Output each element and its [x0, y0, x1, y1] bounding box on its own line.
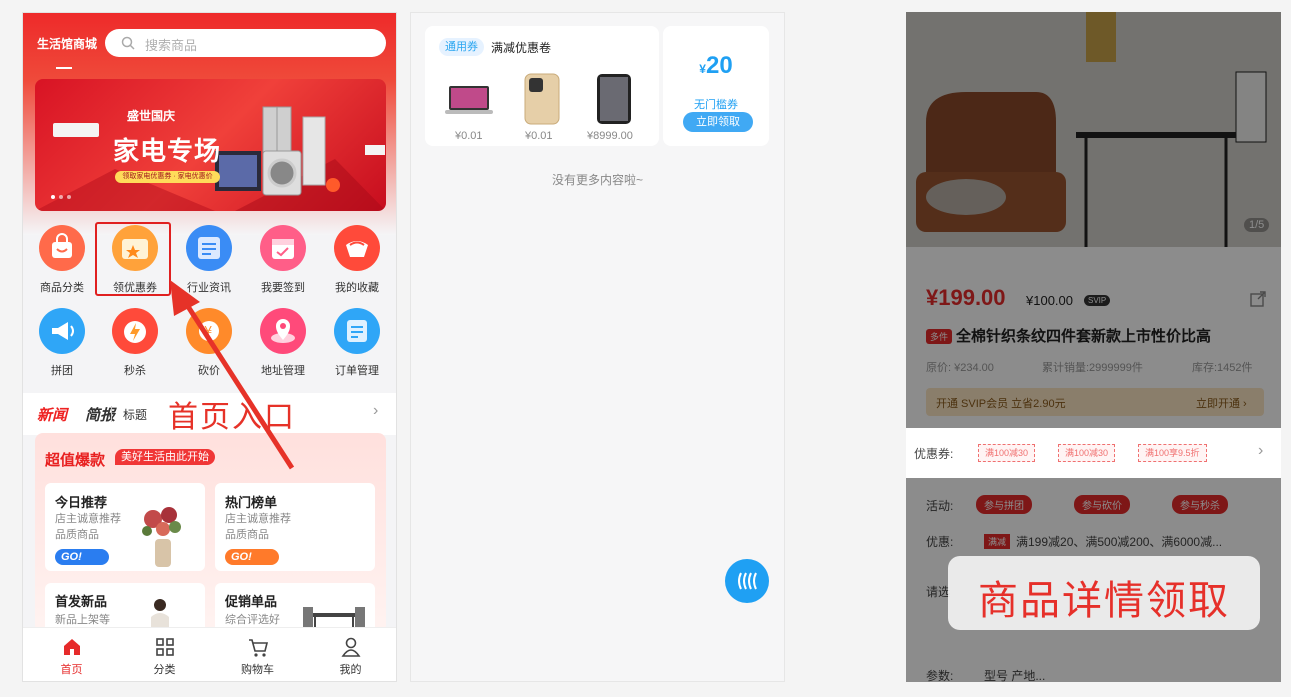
- news-icon: [186, 225, 232, 271]
- card-desc: 综合评选好: [225, 614, 280, 626]
- news-title-red: 新闻: [37, 407, 68, 424]
- megaphone-icon: [39, 308, 85, 354]
- store-name-underline: [56, 67, 72, 69]
- deal-card-hot[interactable]: 热门榜单 店主诚意推荐 品质商品 GO!: [215, 483, 375, 571]
- card-title: 首发新品: [55, 594, 108, 609]
- coupon-amount: ¥20: [663, 52, 769, 80]
- grid-label: 我的收藏: [335, 282, 379, 294]
- coupon-row[interactable]: 优惠券: 满100减30 满100减30 满100享9.5折 ›: [906, 428, 1281, 478]
- order-icon: [334, 308, 380, 354]
- overlay-label: 商品详情领取: [948, 556, 1260, 630]
- product-price: ¥8999.00: [587, 130, 633, 142]
- card-title: 今日推荐: [55, 495, 108, 510]
- annotation-home-entry: 首页入口: [168, 400, 296, 435]
- grid-item-orders[interactable]: 订单管理: [322, 308, 392, 386]
- banner-dot-active: [51, 195, 55, 199]
- promo-banner[interactable]: 盛世国庆 家电专场 领取家电优惠券 · 家电优惠价: [35, 79, 386, 211]
- card-desc: 新品上架等: [55, 614, 110, 626]
- grid-label: 订单管理: [335, 365, 379, 377]
- coupon-value-panel: ¥20 无门槛券 立即领取: [663, 26, 769, 146]
- annotation-arrow: [170, 280, 295, 470]
- go-button[interactable]: GO!: [225, 549, 279, 565]
- grid-item-favorites[interactable]: 我的收藏: [322, 225, 392, 303]
- coupon-card[interactable]: 通用券 满减优惠卷 ¥0.01 ¥0.01 ¥8999.00: [425, 26, 659, 146]
- calendar-icon: [260, 225, 306, 271]
- tab-bar: 首页 分类 购物车 我的: [23, 627, 396, 681]
- coupon-label: 优惠券:: [914, 447, 954, 461]
- claim-coupon-button[interactable]: 立即领取: [683, 112, 753, 132]
- tab-home[interactable]: 首页: [25, 628, 118, 681]
- search-input[interactable]: 搜索商品: [105, 29, 386, 57]
- tab-label: 分类: [153, 664, 176, 676]
- shopping-bag-icon: [39, 225, 85, 271]
- banner-title: 家电专场: [113, 136, 222, 166]
- grid-item-groupbuy[interactable]: 拼团: [27, 308, 97, 386]
- grid-icon: [156, 638, 174, 656]
- coupon-title: 满减优惠卷: [491, 41, 552, 55]
- tab-cart[interactable]: 购物车: [211, 628, 304, 681]
- coupon-condition: 无门槛券: [694, 99, 738, 111]
- banner-dot: [67, 195, 71, 199]
- overlay-label-text: 商品详情领取: [978, 578, 1230, 624]
- no-more-content: 没有更多内容啦~: [551, 173, 643, 187]
- tab-profile[interactable]: 我的: [304, 628, 396, 681]
- grid-label: 商品分类: [40, 282, 84, 294]
- news-headline: 标题: [123, 408, 148, 422]
- tab-label: 购物车: [241, 664, 274, 676]
- banner-dot: [59, 195, 63, 199]
- deal-card-today[interactable]: 今日推荐 店主诚意推荐 品质商品 GO!: [45, 483, 205, 571]
- floating-action-button[interactable]: [725, 559, 769, 603]
- deal-title: 超值爆款: [45, 452, 106, 469]
- user-icon: [341, 637, 361, 657]
- grid-label: 拼团: [51, 365, 73, 377]
- store-name: 生活馆商城: [37, 37, 98, 51]
- flash-sale-icon: [112, 308, 158, 354]
- product-price: ¥0.01: [525, 130, 553, 142]
- wave-icon: [738, 572, 757, 590]
- card-title: 热门榜单: [225, 495, 278, 510]
- coupon-amount-value: 20: [705, 52, 733, 79]
- cart-icon: [249, 639, 269, 657]
- tab-category[interactable]: 分类: [118, 628, 211, 681]
- coupon-type-tag: 通用券: [439, 38, 484, 56]
- phone-gold-image: [524, 73, 560, 125]
- chevron-right-icon[interactable]: ›: [373, 402, 378, 420]
- coupon-chip[interactable]: 满100减30: [978, 444, 1036, 462]
- tab-label: 首页: [60, 664, 83, 676]
- product-detail-screen: 1/5 ¥199.00 ¥100.00 SVIP 多件 全棉针织条纹四件套新款上…: [906, 12, 1281, 682]
- collection-icon: [334, 225, 380, 271]
- currency-symbol: ¥: [699, 62, 706, 76]
- search-placeholder: 搜索商品: [145, 38, 198, 53]
- coupon-chip[interactable]: 满100享9.5折: [1138, 444, 1207, 462]
- chevron-right-icon[interactable]: ›: [1258, 442, 1263, 460]
- home-icon: [64, 639, 80, 655]
- card-desc: 店主诚意推荐 品质商品: [225, 513, 291, 541]
- coupon-screen: 通用券 满减优惠卷 ¥0.01 ¥0.01 ¥8999.00 ¥20 无门槛券 …: [410, 12, 785, 682]
- grid-item-category[interactable]: 商品分类: [27, 225, 97, 303]
- card-title: 促销单品: [225, 594, 278, 609]
- banner-subtitle: 盛世国庆: [127, 109, 176, 123]
- news-divider: [111, 406, 112, 422]
- product-price: ¥0.01: [455, 130, 483, 142]
- flower-vase-image: [142, 507, 181, 567]
- coupon-chip[interactable]: 满100减30: [1058, 444, 1116, 462]
- laptop-image: [445, 86, 493, 114]
- phone-black-image: [597, 74, 631, 124]
- tab-label: 我的: [339, 664, 362, 676]
- card-desc: 店主诚意推荐 品质商品: [55, 513, 121, 541]
- banner-tag: 领取家电优惠券 · 家电优惠价: [115, 171, 220, 183]
- search-icon: [121, 36, 135, 50]
- go-button[interactable]: GO!: [55, 549, 109, 565]
